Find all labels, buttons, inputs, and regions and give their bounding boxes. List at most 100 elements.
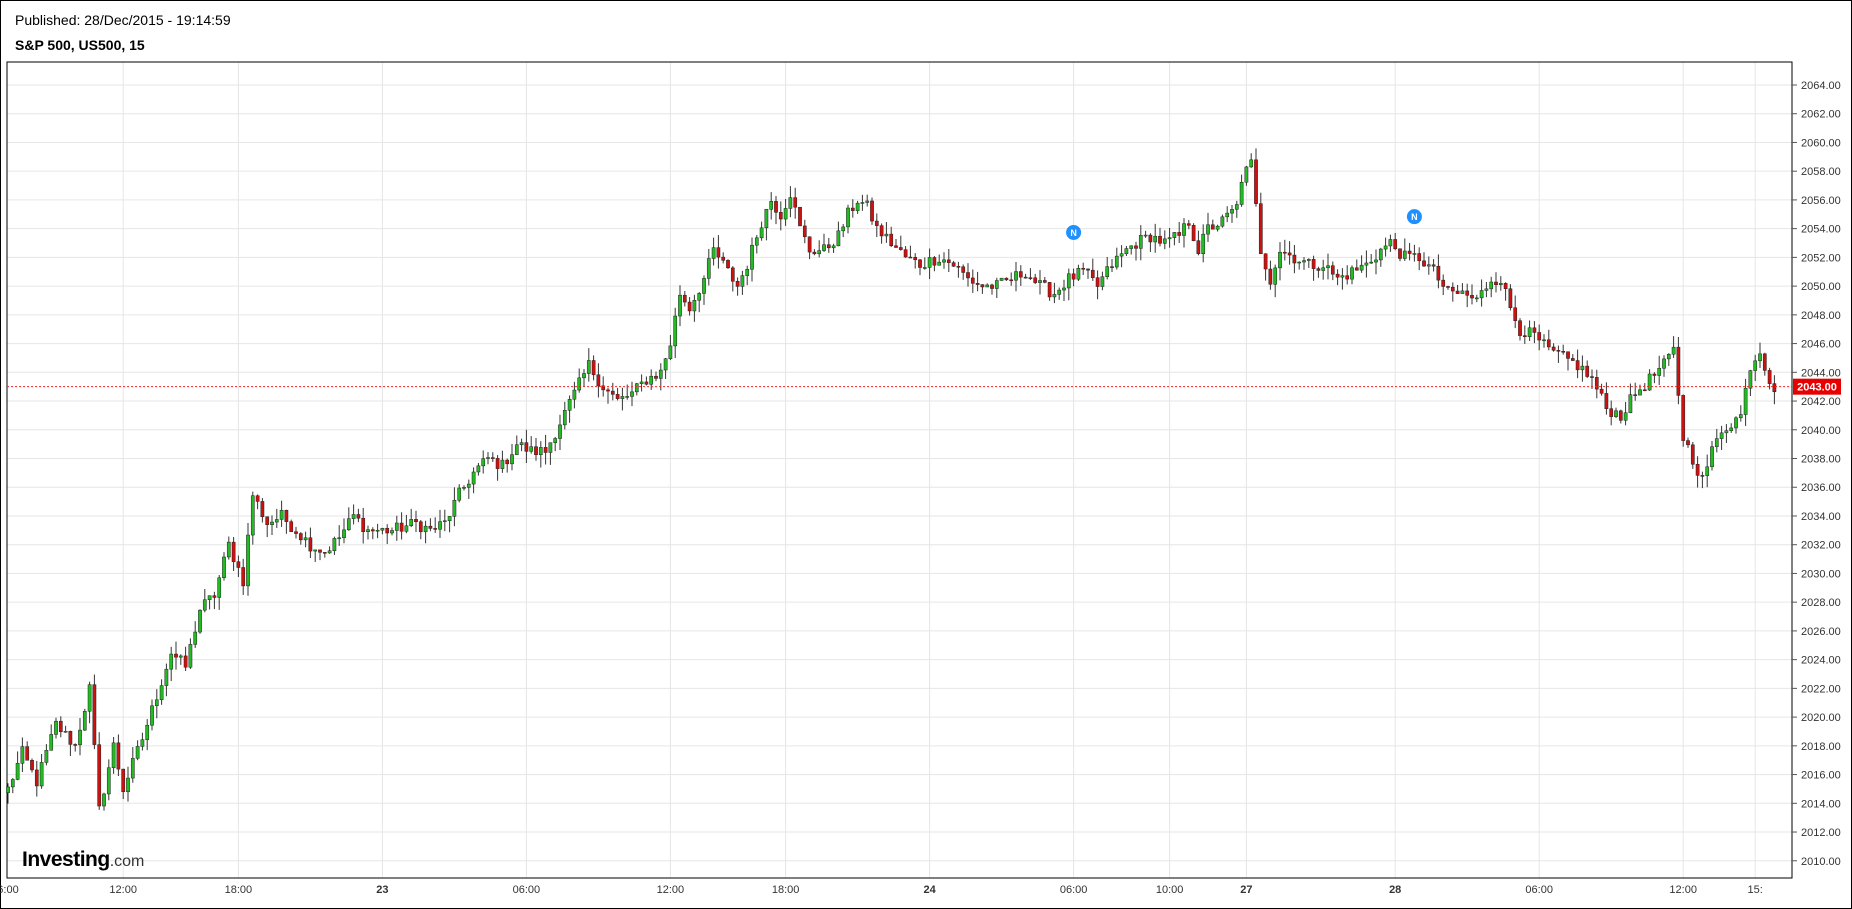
candle-body	[217, 577, 222, 598]
news-marker[interactable]: N	[1066, 224, 1082, 240]
candle-body	[999, 277, 1004, 281]
candle	[754, 235, 759, 254]
candle-body	[270, 521, 274, 525]
candle	[130, 747, 135, 783]
candle-body	[874, 220, 879, 226]
candle-body	[25, 746, 30, 761]
candle-body	[922, 267, 927, 269]
candle-body	[1206, 224, 1210, 235]
candle	[932, 256, 937, 272]
news-marker[interactable]: N	[1406, 209, 1422, 225]
candle	[1474, 294, 1479, 303]
candle	[1239, 174, 1244, 207]
candle	[97, 732, 102, 810]
candle-body	[1350, 267, 1354, 280]
candle-body	[111, 742, 116, 769]
candle-body	[313, 549, 318, 552]
candle-body	[831, 245, 836, 249]
candle-body	[985, 284, 990, 288]
candle	[1354, 259, 1359, 271]
candle-body	[1470, 295, 1474, 299]
candle-body	[1522, 335, 1527, 337]
candle-body	[30, 760, 34, 771]
candle	[1234, 200, 1239, 218]
candle-body	[418, 521, 423, 533]
candle-body	[529, 446, 534, 452]
candle	[668, 334, 673, 361]
candle	[1292, 244, 1297, 274]
candle	[1652, 372, 1657, 384]
candle-body	[884, 233, 889, 237]
candle-body	[414, 519, 418, 522]
candle-body	[850, 207, 855, 211]
candle-body	[1038, 280, 1042, 283]
candle-body	[174, 653, 178, 658]
candle-body	[1028, 277, 1033, 279]
candle-body	[1042, 280, 1047, 283]
y-tick-label: 2038.00	[1801, 454, 1841, 466]
candle-body	[582, 373, 586, 379]
candle	[500, 450, 505, 473]
candle-body	[54, 720, 58, 735]
candle-body	[198, 609, 202, 633]
candle	[1206, 212, 1210, 243]
candle	[1450, 282, 1455, 302]
candle-body	[654, 375, 658, 379]
candle-body	[1532, 327, 1537, 333]
candle-body	[606, 389, 610, 392]
candle-body	[1450, 286, 1455, 292]
candle	[1551, 343, 1556, 352]
candle-body	[1402, 250, 1407, 259]
candle-body	[1561, 350, 1566, 353]
candle-body	[1182, 223, 1186, 236]
candle-body	[1297, 261, 1302, 264]
candle	[1681, 394, 1686, 447]
candle	[1345, 265, 1350, 285]
candle	[116, 734, 121, 777]
candle	[1071, 268, 1076, 287]
candle-body	[265, 516, 270, 525]
candle	[538, 441, 543, 468]
y-tick-label: 2044.00	[1801, 367, 1841, 379]
candle	[92, 674, 97, 750]
candle	[778, 201, 783, 231]
candle-body	[58, 720, 63, 733]
candle-body	[846, 207, 850, 228]
candle-body	[226, 541, 231, 558]
candle-body	[1570, 358, 1575, 361]
candle	[639, 374, 644, 392]
x-tick-label: 18:00	[772, 884, 800, 896]
candle	[692, 294, 697, 322]
candle-body	[1609, 408, 1614, 417]
y-tick-label: 2040.00	[1801, 425, 1841, 437]
candle-body	[1268, 268, 1273, 285]
candle-body	[318, 549, 322, 553]
candle-body	[1239, 182, 1244, 205]
candle-body	[471, 471, 476, 485]
x-tick-label: 06:00	[513, 884, 541, 896]
candle	[1686, 437, 1690, 448]
candle-body	[908, 256, 913, 259]
candlestick-chart[interactable]: 2010.00 2012.00 2014.00 2016.00 2018.00 2020.…	[0, 0, 1852, 909]
candle	[1306, 258, 1311, 268]
candle	[169, 646, 174, 682]
candle-body	[1316, 268, 1321, 271]
candle-body	[1244, 166, 1249, 183]
candle-body	[1330, 265, 1335, 275]
candle-body	[1215, 225, 1220, 230]
candle	[289, 519, 294, 532]
candle-body	[774, 201, 778, 213]
candle-body	[1714, 438, 1719, 447]
y-tick-label: 2042.00	[1801, 396, 1841, 408]
x-tick-label: 27	[1240, 884, 1252, 896]
candle	[1412, 244, 1417, 262]
candle	[217, 574, 222, 610]
candle	[615, 387, 620, 401]
candle	[879, 223, 884, 244]
candle-body	[798, 206, 802, 227]
candle	[822, 233, 826, 252]
candle-body	[1119, 253, 1124, 257]
candle-body	[1273, 267, 1278, 285]
candle-body	[1705, 466, 1710, 476]
candle	[126, 766, 130, 802]
